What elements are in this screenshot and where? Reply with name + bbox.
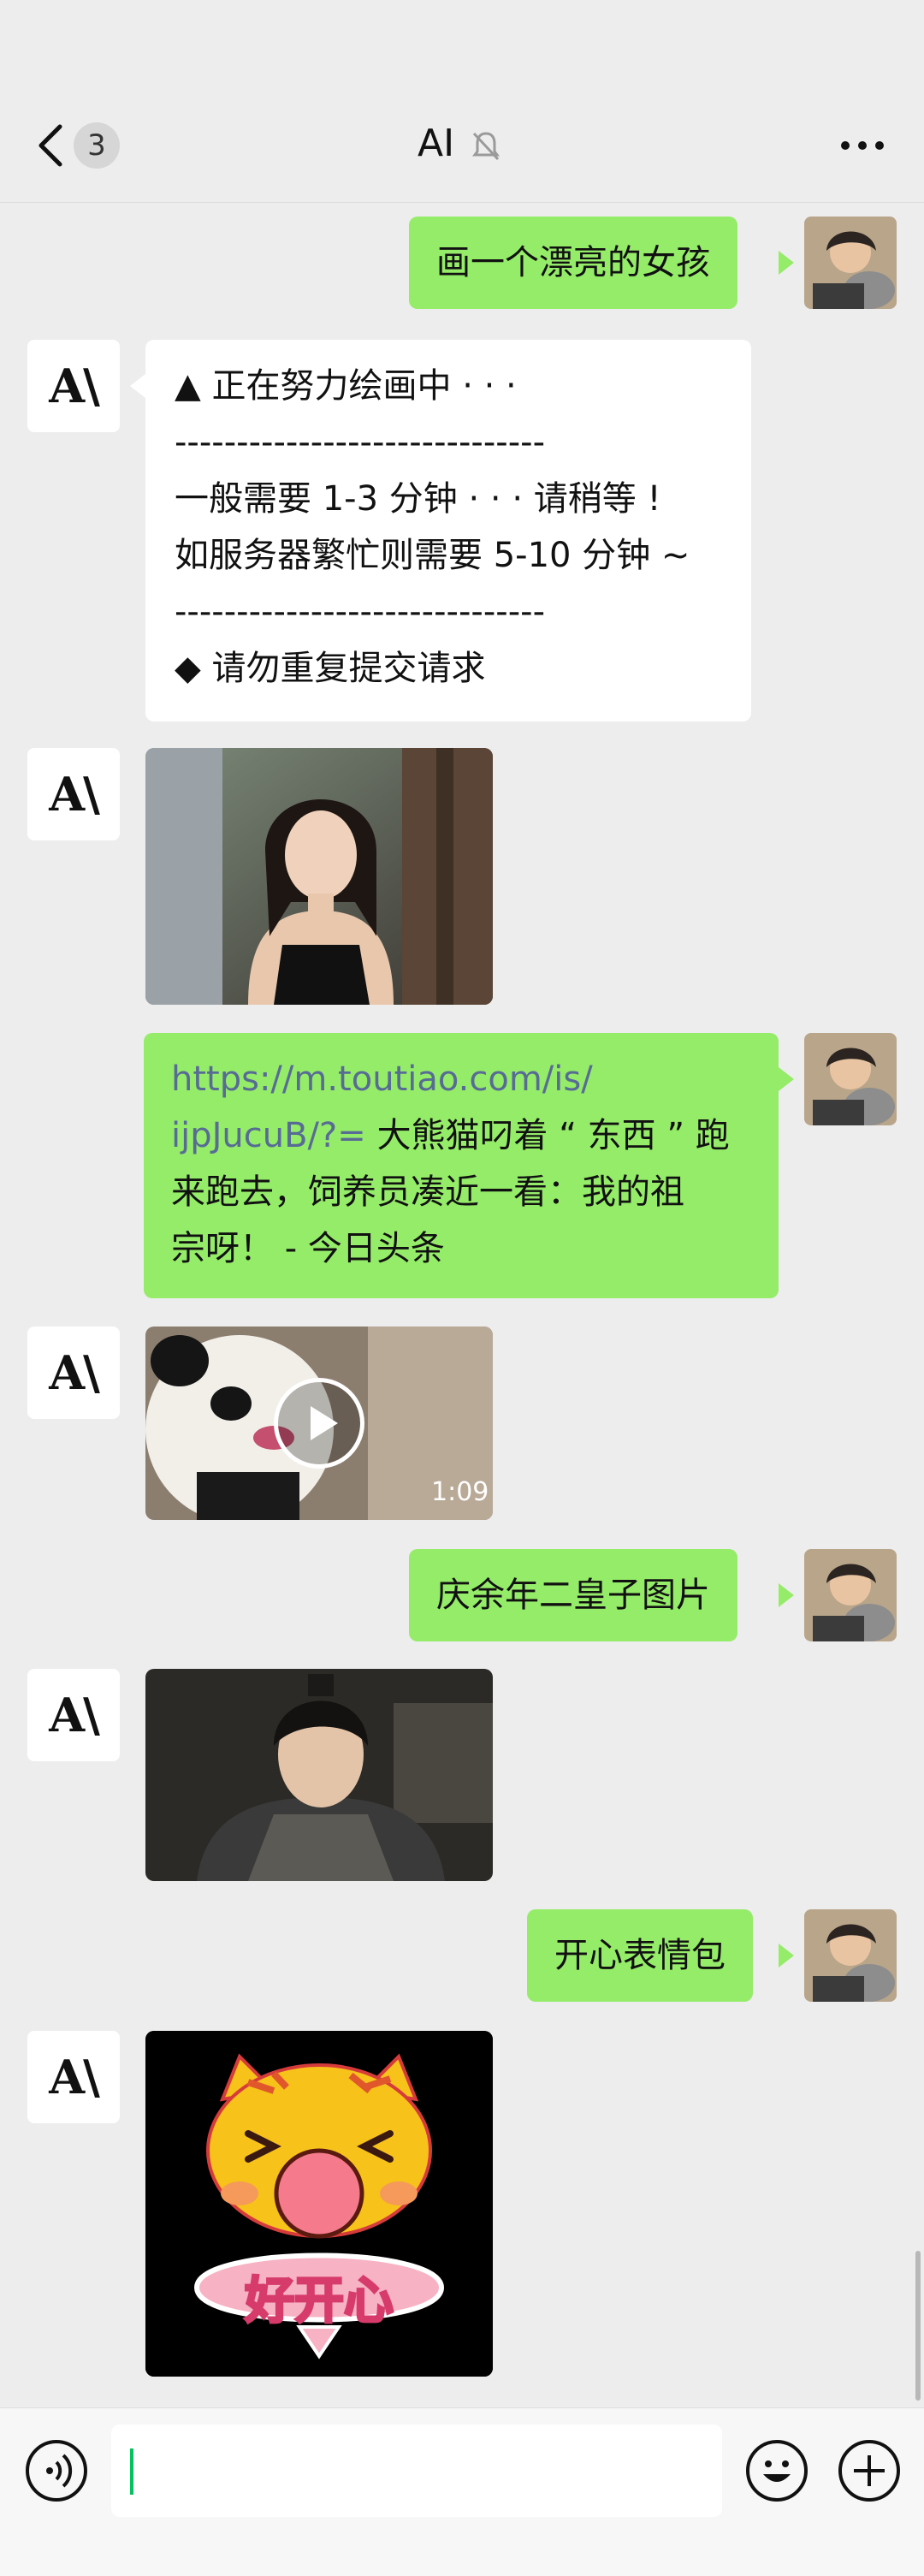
play-button[interactable] xyxy=(274,1378,364,1469)
sent-message-bubble[interactable]: 开心表情包 xyxy=(527,1909,753,2002)
message-line: 如服务器繁忙则需要 5-10 分钟 ~ xyxy=(175,536,690,575)
unread-count-badge: 3 xyxy=(74,122,120,169)
message-line: ------------------------------ xyxy=(175,423,546,462)
message-text: 庆余年二皇子图片 xyxy=(436,1576,710,1615)
my-avatar[interactable] xyxy=(804,1033,897,1125)
voice-icon xyxy=(46,2454,73,2488)
happy-sticker-image[interactable]: 好开心 xyxy=(145,2031,493,2377)
ai-avatar[interactable]: A\ xyxy=(27,340,120,432)
message-text: 开心表情包 xyxy=(554,1936,726,1975)
chat-title: AI xyxy=(418,122,455,165)
ai-logo: A\ xyxy=(49,2050,100,2104)
text-caret xyxy=(130,2448,133,2495)
bubble-tail xyxy=(779,1944,794,1968)
sent-message-bubble[interactable]: 画一个漂亮的女孩 xyxy=(409,217,737,309)
ai-logo: A\ xyxy=(49,1688,100,1742)
ai-generated-girl-image[interactable] xyxy=(145,748,493,1005)
bubble-tail xyxy=(779,1583,794,1607)
bubble-tail xyxy=(779,1067,794,1091)
bubble-tail xyxy=(130,374,145,398)
plus-icon xyxy=(854,2455,885,2486)
panda-video-thumbnail[interactable]: 1:09 xyxy=(145,1327,493,1520)
more-functions-button[interactable] xyxy=(838,2440,900,2502)
message-line: 一般需要 1-3 分钟 · · · 请稍等 ! xyxy=(175,479,661,519)
bubble-tail xyxy=(779,251,794,275)
ai-avatar[interactable]: A\ xyxy=(27,748,120,840)
ai-avatar[interactable]: A\ xyxy=(27,1669,120,1761)
shared-link[interactable]: https://m.toutiao.com/is/ xyxy=(171,1050,593,1108)
scrollbar[interactable] xyxy=(915,2251,921,2401)
shared-link[interactable]: ijpJucuB/?= xyxy=(171,1116,366,1155)
message-line: ------------------------------ xyxy=(175,592,546,632)
my-avatar[interactable] xyxy=(804,217,897,309)
second-prince-image[interactable] xyxy=(145,1669,493,1881)
emoji-button[interactable] xyxy=(746,2440,808,2502)
sent-message-bubble[interactable]: 庆余年二皇子图片 xyxy=(409,1549,737,1641)
message-text: 大熊猫叼着 “ 东西 ” 跑 xyxy=(365,1116,730,1155)
ai-logo: A\ xyxy=(49,1345,100,1400)
play-icon xyxy=(311,1406,338,1440)
ai-avatar[interactable]: A\ xyxy=(27,1327,120,1419)
ai-avatar[interactable]: A\ xyxy=(27,2031,120,2123)
message-line: ijpJucuB/?= 大熊猫叼着 “ 东西 ” 跑 xyxy=(171,1107,730,1165)
message-line: 来跑去，饲养员凑近一看：我的祖 xyxy=(171,1172,684,1212)
chat-header xyxy=(0,0,924,203)
sticker-text: 好开心 xyxy=(243,2270,394,2331)
ellipsis-icon xyxy=(841,141,884,150)
emoji-icon xyxy=(763,2460,791,2482)
sent-link-bubble[interactable]: https://m.toutiao.com/is/ ijpJucuB/?= 大熊… xyxy=(144,1033,779,1298)
more-options-button[interactable] xyxy=(837,128,888,163)
message-input[interactable] xyxy=(111,2425,722,2517)
voice-button[interactable] xyxy=(26,2440,87,2502)
ai-logo: A\ xyxy=(49,767,100,822)
video-duration: 1:09 xyxy=(431,1477,489,1507)
message-text: 画一个漂亮的女孩 xyxy=(436,243,710,282)
message-line: 宗呀！ - 今日头条 xyxy=(171,1229,445,1268)
message-line: ▲ 正在努力绘画中 · · · xyxy=(175,366,517,406)
received-message-bubble[interactable]: ▲ 正在努力绘画中 · · · ------------------------… xyxy=(145,340,751,721)
my-avatar[interactable] xyxy=(804,1549,897,1641)
my-avatar[interactable] xyxy=(804,1909,897,2002)
muted-bell-icon xyxy=(469,128,503,163)
message-line: ◆ 请勿重复提交请求 xyxy=(175,649,486,688)
ai-logo: A\ xyxy=(49,359,100,413)
